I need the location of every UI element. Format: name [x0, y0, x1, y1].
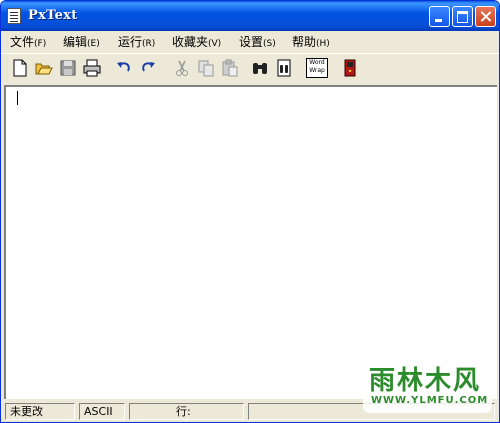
new-file-icon[interactable] — [11, 59, 29, 77]
watermark-logo: 雨林木风 — [369, 366, 482, 396]
status-modified: 未更改 — [5, 403, 75, 420]
save-icon[interactable] — [59, 59, 77, 77]
watermark: 雨林木风 WWW.YLMFU.COM — [363, 358, 492, 413]
status-encoding: ASCII — [79, 403, 125, 420]
maximize-button[interactable] — [452, 6, 473, 27]
cut-icon[interactable] — [173, 59, 191, 77]
menu-favorites[interactable]: 收藏夹(V) — [172, 33, 221, 50]
app-window: PxText 文件(F) 编辑(E) 运行(R) 收藏夹(V) 设置(S) 帮助… — [0, 0, 500, 423]
undo-icon[interactable] — [115, 59, 133, 77]
word-wrap-icon[interactable]: Word Wrap — [306, 58, 328, 78]
word-wrap-label-top: Word — [309, 59, 325, 66]
menu-file[interactable]: 文件(F) — [10, 33, 46, 50]
menu-bar: 文件(F) 编辑(E) 运行(R) 收藏夹(V) 设置(S) 帮助(H) — [1, 31, 499, 50]
copy-icon[interactable] — [197, 59, 215, 77]
exit-icon[interactable] — [341, 59, 359, 77]
menu-help[interactable]: 帮助(H) — [292, 33, 330, 50]
notepad-icon[interactable] — [7, 8, 21, 24]
close-button[interactable] — [475, 6, 496, 27]
menu-settings[interactable]: 设置(S) — [239, 33, 276, 50]
watermark-url: WWW.YLMFU.COM — [371, 395, 489, 406]
print-icon[interactable] — [83, 59, 101, 77]
redo-icon[interactable] — [139, 59, 157, 77]
paste-icon[interactable] — [221, 59, 239, 77]
find-icon[interactable] — [251, 59, 269, 77]
menu-edit[interactable]: 编辑(E) — [63, 33, 100, 50]
open-folder-icon[interactable] — [35, 59, 53, 77]
window-title: PxText — [28, 8, 78, 23]
text-caret — [17, 91, 18, 105]
minimize-button[interactable] — [429, 6, 450, 27]
toolbar: Word Wrap — [1, 53, 499, 83]
title-bar[interactable]: PxText — [1, 1, 499, 31]
status-line: 行: — [129, 403, 244, 420]
word-wrap-label-bottom: Wrap — [309, 67, 325, 74]
menu-run[interactable]: 运行(R) — [118, 33, 155, 50]
find-replace-icon[interactable] — [275, 59, 293, 77]
text-editor[interactable] — [4, 85, 497, 399]
